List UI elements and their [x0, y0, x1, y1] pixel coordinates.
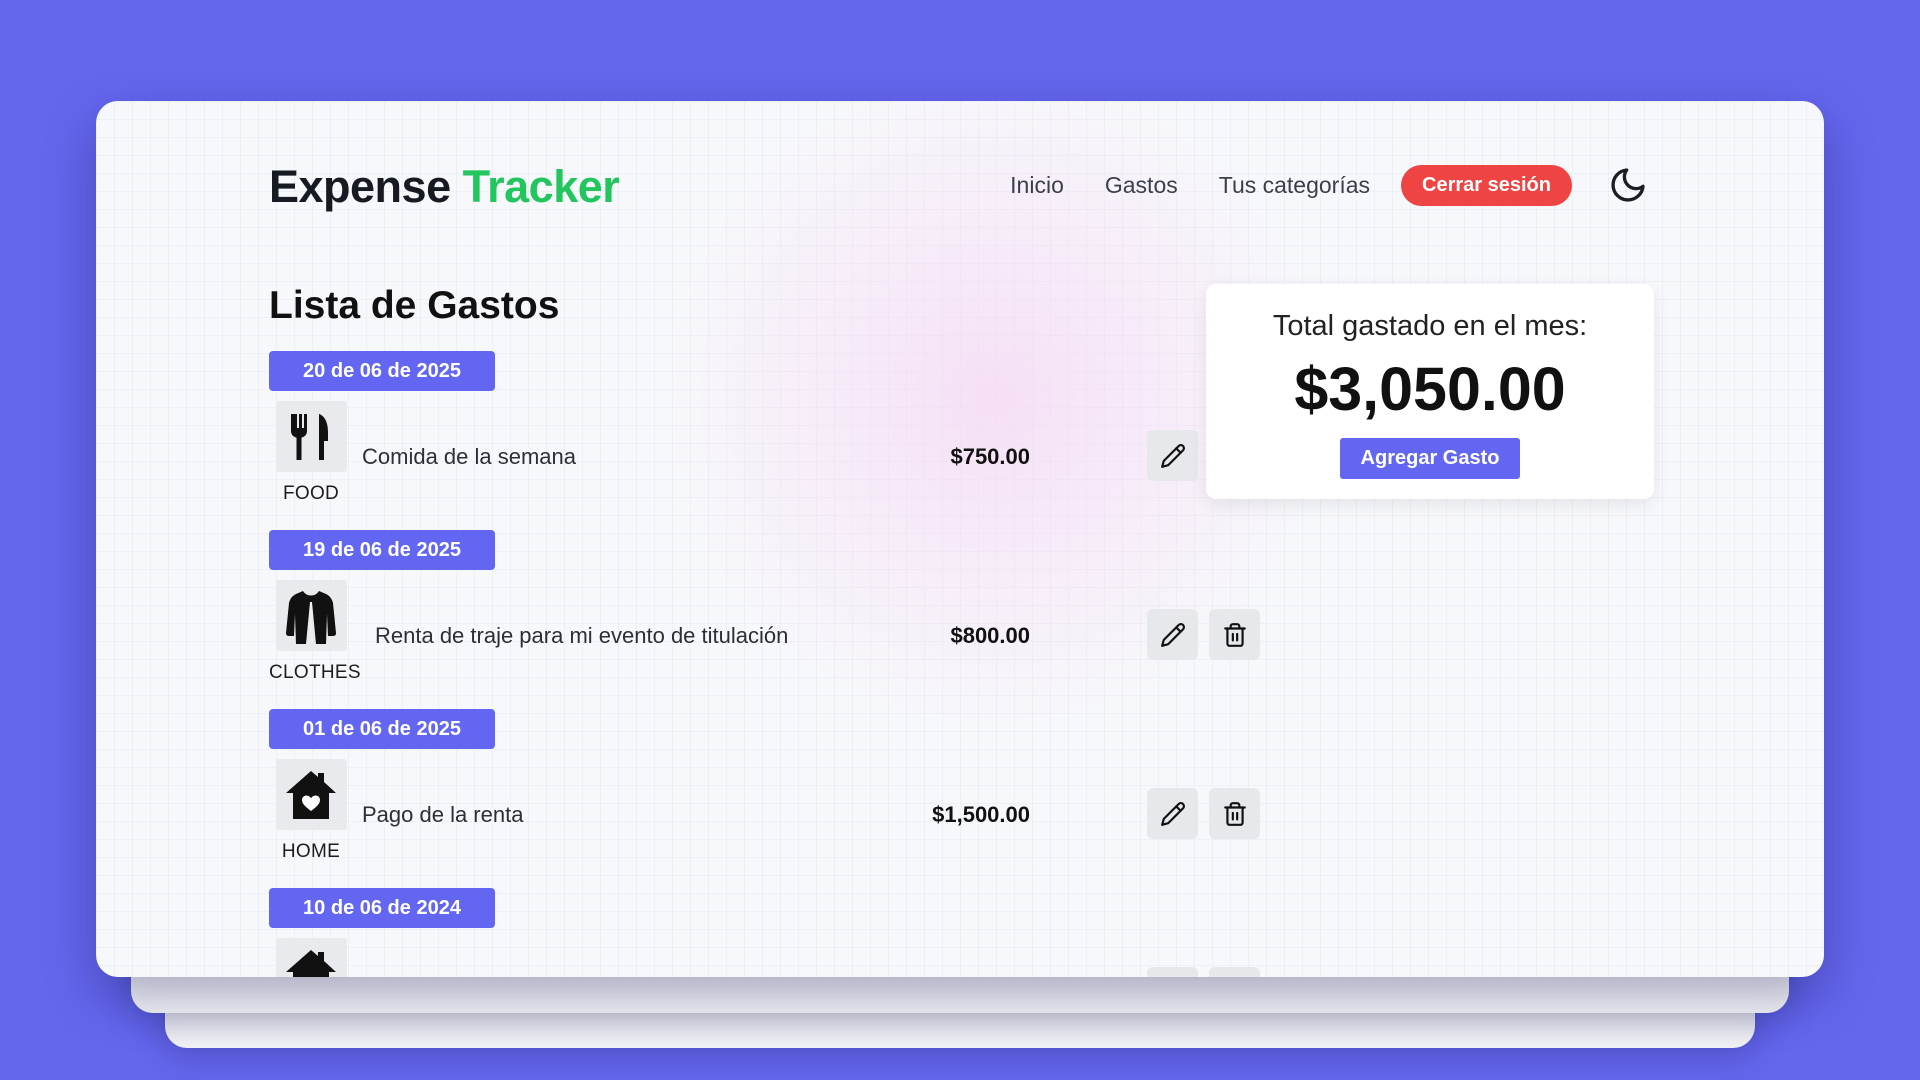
fork-knife-icon [291, 413, 328, 460]
main-nav: Inicio Gastos Tus categorías Cerrar sesi… [1010, 164, 1650, 206]
app-logo[interactable]: Expense Tracker [269, 161, 620, 213]
expense-amount: $750.00 [950, 444, 1030, 469]
category-icon-box [275, 938, 347, 977]
edit-button[interactable] [1147, 430, 1198, 481]
category-icon-box [275, 580, 347, 651]
nav-link-inicio[interactable]: Inicio [1010, 172, 1064, 199]
category-block [269, 938, 353, 977]
category-label: HOME [281, 841, 341, 862]
pencil-icon [1160, 443, 1185, 468]
edit-button[interactable] [1147, 788, 1198, 839]
jacket-icon [286, 590, 336, 644]
nav-link-gastos[interactable]: Gastos [1105, 172, 1178, 199]
date-badge: 19 de 06 de 2025 [269, 530, 495, 570]
pencil-icon [1160, 622, 1185, 647]
moon-icon [1611, 168, 1645, 202]
trash-icon [1223, 801, 1246, 826]
page-title: Lista de Gastos [269, 284, 560, 327]
category-block: CLOTHES [269, 580, 361, 684]
edit-button[interactable] [1147, 967, 1198, 977]
category-icon-box [275, 759, 347, 830]
logo-text-primary: Expense [269, 161, 451, 212]
app-window: Expense Tracker Inicio Gastos Tus catego… [96, 101, 1824, 977]
expense-description: Comida de la semana [362, 444, 577, 469]
category-label: FOOD [282, 483, 340, 504]
expense-group: 20 de 06 de 2025 FOOD Comida de la seman… [269, 351, 1260, 530]
house-heart-icon [286, 770, 336, 819]
trash-icon [1223, 622, 1246, 647]
expense-description: Pago de la renta [362, 802, 524, 827]
theme-toggle-button[interactable] [1606, 163, 1650, 207]
date-badge: 10 de 06 de 2024 [269, 888, 495, 928]
house-icon [286, 949, 336, 977]
nav-link-categorias[interactable]: Tus categorías [1219, 172, 1370, 199]
date-badge: 20 de 06 de 2025 [269, 351, 495, 391]
expense-group: 01 de 06 de 2025 HOME Pago de la renta $… [269, 709, 1260, 888]
expense-group: 19 de 06 de 2025 CLOTHES Renta de traje … [269, 530, 1260, 709]
delete-button[interactable] [1209, 967, 1260, 977]
expense-amount: $1,500.00 [932, 802, 1030, 827]
expense-amount: $800.00 [950, 623, 1030, 648]
expense-list: 20 de 06 de 2025 FOOD Comida de la seman… [269, 351, 1260, 977]
summary-total-amount: $3,050.00 [1294, 355, 1566, 423]
pencil-icon [1160, 801, 1185, 826]
monthly-summary-card: Total gastado en el mes: $3,050.00 Agreg… [1206, 284, 1654, 499]
expense-group: 10 de 06 de 2024 [269, 888, 1260, 977]
category-block: HOME [269, 759, 353, 863]
delete-button[interactable] [1209, 609, 1260, 660]
date-badge: 01 de 06 de 2025 [269, 709, 495, 749]
logo-text-accent: Tracker [462, 161, 620, 212]
summary-label: Total gastado en el mes: [1272, 310, 1588, 342]
delete-button[interactable] [1209, 788, 1260, 839]
add-expense-button[interactable]: Agregar Gasto [1340, 438, 1520, 479]
category-icon-box [275, 401, 347, 472]
category-label: CLOTHES [269, 662, 361, 683]
edit-button[interactable] [1147, 609, 1198, 660]
category-block: FOOD [269, 401, 353, 505]
expense-description: Renta de traje para mi evento de titulac… [375, 623, 789, 648]
logout-button[interactable]: Cerrar sesión [1401, 164, 1572, 206]
